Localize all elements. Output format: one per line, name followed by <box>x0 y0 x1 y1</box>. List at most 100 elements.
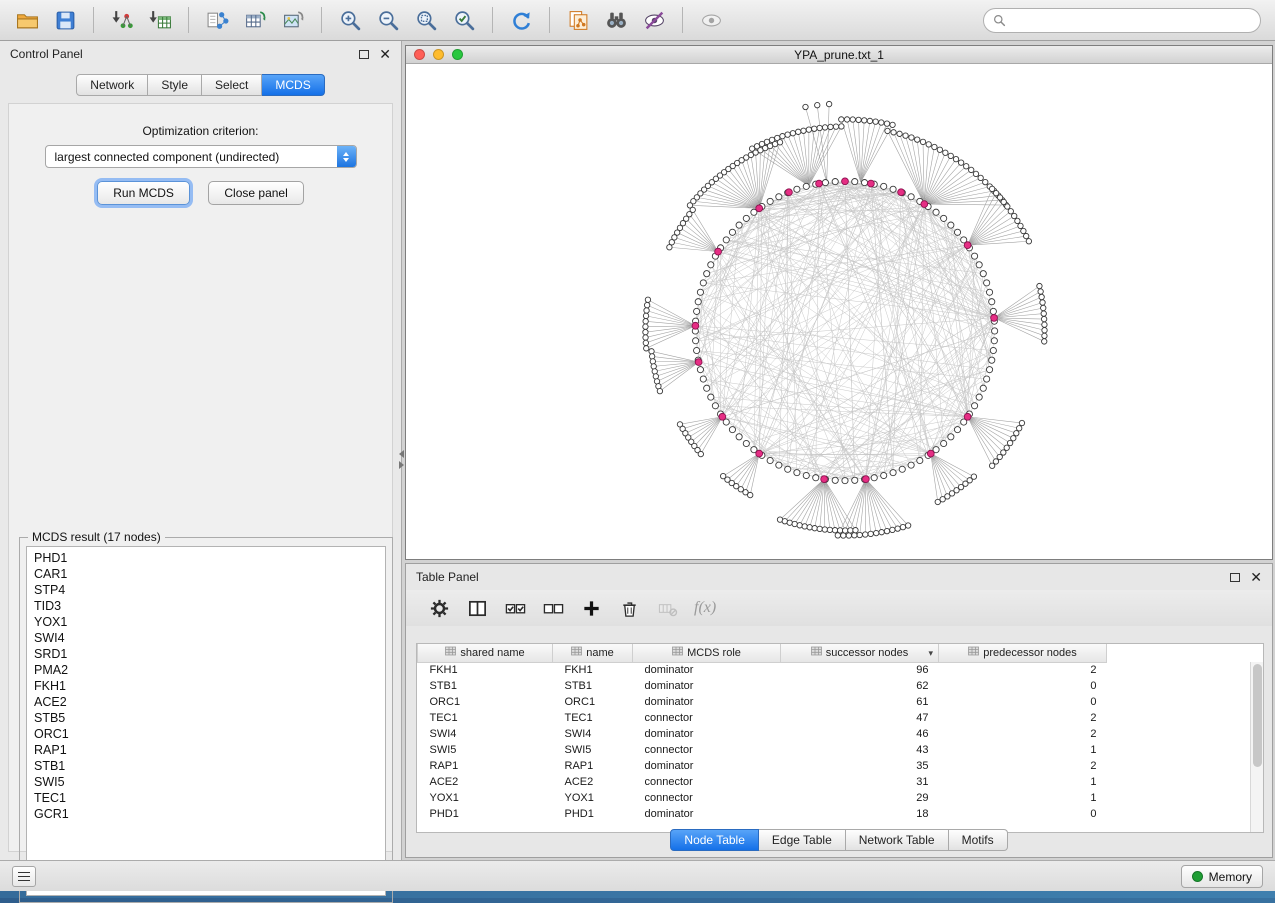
network-node[interactable] <box>807 525 812 530</box>
mcds-result-node[interactable]: TEC1 <box>34 790 385 806</box>
unselect-all-checkbox-icon[interactable] <box>538 594 568 622</box>
network-node[interactable] <box>1004 445 1009 450</box>
network-node[interactable] <box>792 521 797 526</box>
column-header-MCDS-role[interactable]: MCDS role <box>633 644 781 662</box>
network-node[interactable] <box>890 470 896 476</box>
network-node[interactable] <box>743 440 749 446</box>
network-node[interactable] <box>1011 436 1016 441</box>
network-node[interactable] <box>704 385 710 391</box>
network-node[interactable] <box>700 280 706 286</box>
network-node[interactable] <box>822 527 827 532</box>
table-row[interactable]: YOX1YOX1connector291 <box>418 790 1107 806</box>
network-node[interactable] <box>785 466 791 472</box>
network-node[interactable] <box>969 167 974 172</box>
network-node[interactable] <box>748 492 753 497</box>
network-node[interactable] <box>984 376 990 382</box>
network-node[interactable] <box>926 142 931 147</box>
network-node[interactable] <box>885 128 890 133</box>
run-mcds-button[interactable]: Run MCDS <box>97 181 190 205</box>
network-node[interactable] <box>796 129 801 134</box>
mcds-hub-node[interactable] <box>868 180 875 187</box>
mcds-result-list[interactable]: PHD1CAR1STP4TID3YOX1SWI4SRD1PMA2FKH1ACE2… <box>26 546 386 896</box>
network-node[interactable] <box>932 144 937 149</box>
network-node[interactable] <box>993 190 998 195</box>
memory-button[interactable]: Memory <box>1181 865 1263 888</box>
network-node[interactable] <box>790 131 795 136</box>
mcds-result-node[interactable]: FKH1 <box>34 678 385 694</box>
network-node[interactable] <box>1005 204 1010 209</box>
network-node[interactable] <box>649 354 654 359</box>
network-node[interactable] <box>857 532 862 537</box>
network-node[interactable] <box>989 299 995 305</box>
network-node[interactable] <box>1039 294 1044 299</box>
network-node[interactable] <box>899 466 905 472</box>
mcds-hub-node[interactable] <box>898 189 905 196</box>
network-node[interactable] <box>1026 239 1031 244</box>
mcds-result-node[interactable]: ACE2 <box>34 694 385 710</box>
network-node[interactable] <box>708 262 714 268</box>
mcds-result-node[interactable]: STP4 <box>34 582 385 598</box>
network-node[interactable] <box>645 297 650 302</box>
network-node[interactable] <box>1007 440 1012 445</box>
network-node[interactable] <box>832 179 838 185</box>
network-node[interactable] <box>1040 300 1045 305</box>
table-row[interactable]: SWI5SWI5connector431 <box>418 742 1107 758</box>
network-node[interactable] <box>848 528 853 533</box>
mcds-result-node[interactable]: PHD1 <box>34 550 385 566</box>
table-scrollbar-thumb[interactable] <box>1253 664 1262 767</box>
network-node[interactable] <box>890 527 895 532</box>
network-node[interactable] <box>1015 218 1020 223</box>
network-node[interactable] <box>776 462 782 468</box>
network-node[interactable] <box>1021 228 1026 233</box>
network-node[interactable] <box>643 340 648 345</box>
network-node[interactable] <box>794 186 800 192</box>
network-node[interactable] <box>842 478 848 484</box>
tab-mcds[interactable]: MCDS <box>262 74 324 96</box>
close-table-panel-icon[interactable]: ✕ <box>1250 570 1262 584</box>
mcds-result-node[interactable]: SRD1 <box>34 646 385 662</box>
network-node[interactable] <box>649 349 654 354</box>
network-node[interactable] <box>643 319 648 324</box>
network-node[interactable] <box>900 524 905 529</box>
mcds-hub-node[interactable] <box>842 178 849 185</box>
network-node[interactable] <box>890 186 896 192</box>
table-row[interactable]: RAP1RAP1dominator352 <box>418 758 1107 774</box>
network-node[interactable] <box>643 329 648 334</box>
network-node[interactable] <box>971 474 976 479</box>
network-node[interactable] <box>846 533 851 538</box>
hide-selected-icon[interactable] <box>638 4 670 36</box>
network-node[interactable] <box>797 523 802 528</box>
share-network-icon[interactable] <box>201 4 233 36</box>
show-hidden-icon[interactable] <box>695 4 727 36</box>
mcds-result-node[interactable]: TID3 <box>34 598 385 614</box>
network-node[interactable] <box>708 394 714 400</box>
network-node[interactable] <box>787 520 792 525</box>
network-node[interactable] <box>954 427 960 433</box>
network-node[interactable] <box>643 324 648 329</box>
network-node[interactable] <box>1041 305 1046 310</box>
column-header-shared-name[interactable]: shared name <box>418 644 553 662</box>
network-node[interactable] <box>852 477 858 483</box>
network-node[interactable] <box>712 403 718 409</box>
mcds-hub-node[interactable] <box>756 205 763 212</box>
network-node[interactable] <box>643 313 648 318</box>
network-node[interactable] <box>650 359 655 364</box>
network-node[interactable] <box>657 388 662 393</box>
network-node[interactable] <box>826 101 831 106</box>
network-node[interactable] <box>743 215 749 221</box>
network-node[interactable] <box>973 171 978 176</box>
network-node[interactable] <box>881 472 887 478</box>
network-node[interactable] <box>971 253 977 259</box>
mcds-result-node[interactable]: STB5 <box>34 710 385 726</box>
mcds-hub-node[interactable] <box>927 450 934 457</box>
network-node[interactable] <box>941 215 947 221</box>
network-node[interactable] <box>729 229 735 235</box>
network-window-titlebar[interactable]: YPA_prune.txt_1 <box>406 46 1272 64</box>
mcds-hub-node[interactable] <box>816 180 823 187</box>
network-node[interactable] <box>698 451 703 456</box>
network-node[interactable] <box>694 308 700 314</box>
search-input[interactable] <box>1011 14 1260 28</box>
network-node[interactable] <box>694 347 700 353</box>
network-node[interactable] <box>989 186 994 191</box>
network-node[interactable] <box>980 271 986 277</box>
